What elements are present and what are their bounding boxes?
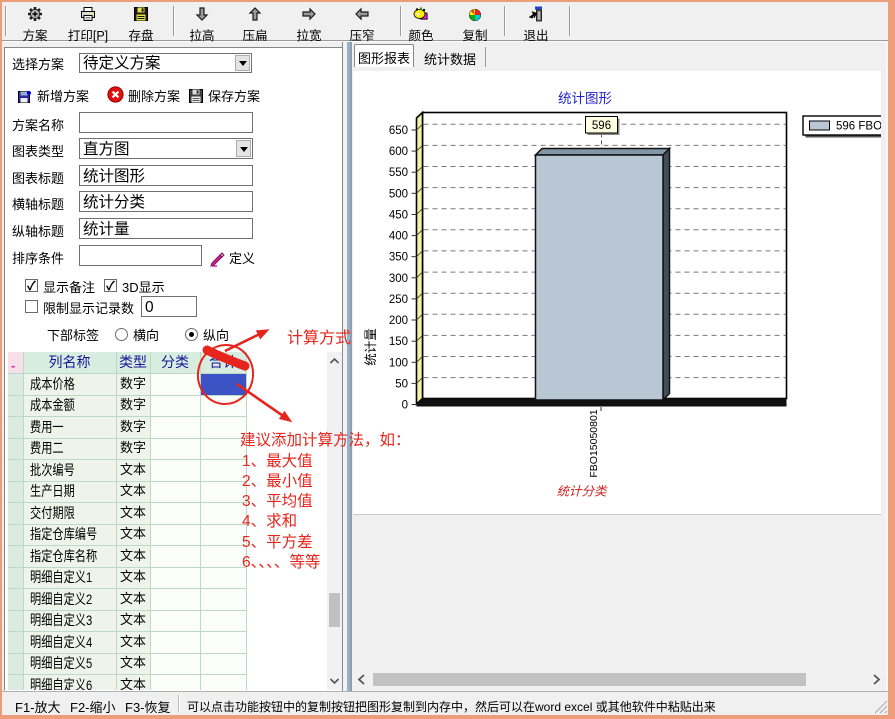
svg-text:250: 250 — [389, 294, 408, 306]
svg-text:500: 500 — [389, 188, 408, 200]
svg-text:150: 150 — [389, 336, 408, 348]
svg-text:450: 450 — [389, 210, 408, 222]
svg-text:200: 200 — [389, 315, 408, 327]
svg-text:350: 350 — [389, 252, 408, 264]
svg-text:596: 596 — [592, 120, 611, 132]
svg-text:300: 300 — [389, 273, 408, 285]
svg-text:统计分类: 统计分类 — [556, 481, 608, 500]
svg-text:统计量: 统计量 — [360, 328, 379, 366]
svg-text:600: 600 — [389, 146, 408, 158]
svg-text:650: 650 — [389, 125, 408, 137]
svg-text:FBO15050801: FBO15050801 — [588, 409, 600, 477]
svg-text:0: 0 — [402, 400, 408, 412]
svg-text:50: 50 — [395, 378, 408, 390]
svg-text:550: 550 — [389, 167, 408, 179]
svg-text:100: 100 — [389, 357, 408, 369]
svg-text:400: 400 — [389, 231, 408, 243]
svg-text:596 FBO1: 596 FBO1 — [836, 121, 881, 133]
svg-text:统计图形: 统计图形 — [558, 87, 612, 107]
